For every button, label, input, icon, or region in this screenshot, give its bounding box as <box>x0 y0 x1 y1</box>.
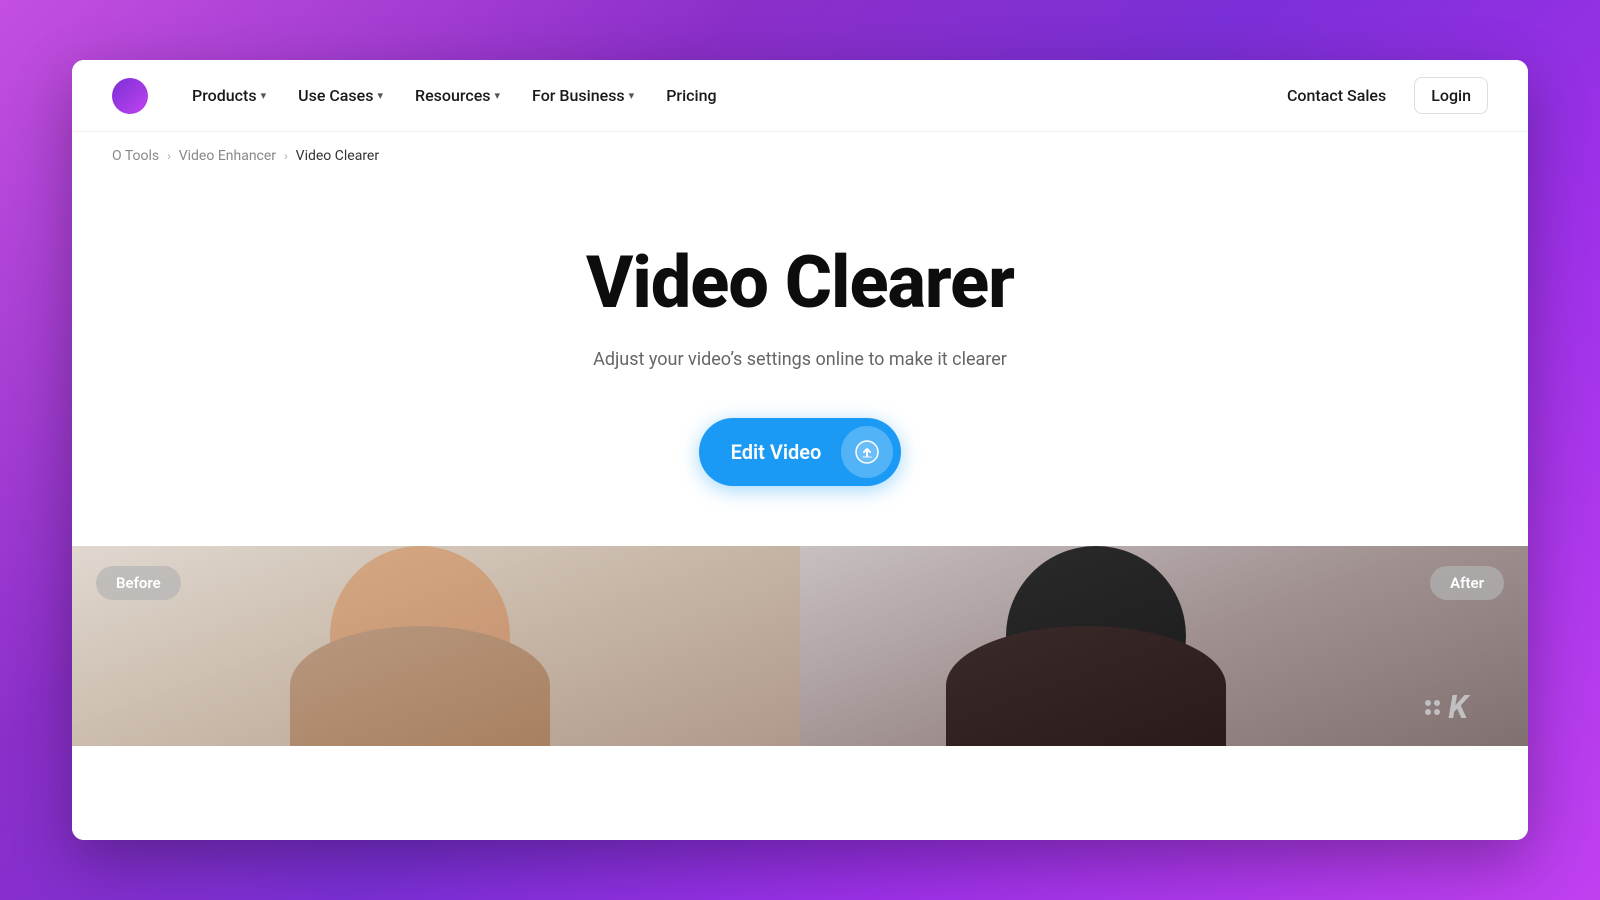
nav-item-for-business[interactable]: For Business ▾ <box>520 78 646 113</box>
nav-logo[interactable] <box>112 78 148 114</box>
before-panel: Before <box>72 546 800 746</box>
browser-window: Products ▾ Use Cases ▾ Resources ▾ For B… <box>72 60 1528 840</box>
breadcrumb-chevron-2: › <box>284 149 288 163</box>
watermark: K <box>1425 688 1468 726</box>
watermark-dot-4 <box>1434 709 1440 715</box>
chevron-down-icon: ▾ <box>261 89 267 102</box>
breadcrumb: O Tools › Video Enhancer › Video Clearer <box>72 132 1528 180</box>
chevron-down-icon: ▾ <box>495 89 501 102</box>
navbar: Products ▾ Use Cases ▾ Resources ▾ For B… <box>72 60 1528 132</box>
page-subtitle: Adjust your video’s settings online to m… <box>593 349 1007 370</box>
breadcrumb-item-video-clearer: Video Clearer <box>296 148 379 164</box>
nav-item-use-cases[interactable]: Use Cases ▾ <box>286 78 395 113</box>
edit-video-button[interactable]: Edit Video <box>699 418 902 486</box>
after-panel: After <box>800 546 1528 746</box>
watermark-dots <box>1425 700 1440 715</box>
chevron-down-icon: ▾ <box>629 89 635 102</box>
watermark-dot-1 <box>1425 700 1431 706</box>
login-button[interactable]: Login <box>1414 77 1488 114</box>
breadcrumb-chevron-1: › <box>167 149 171 163</box>
nav-resources-label: Resources <box>415 86 491 105</box>
contact-sales-button[interactable]: Contact Sales <box>1275 78 1398 113</box>
watermark-dot-3 <box>1425 709 1431 715</box>
upload-icon <box>855 440 879 464</box>
nav-links: Products ▾ Use Cases ▾ Resources ▾ For B… <box>180 78 1275 113</box>
nav-for-business-label: For Business <box>532 86 625 105</box>
nav-use-cases-label: Use Cases <box>298 86 373 105</box>
before-after-section: Before After <box>72 546 1528 746</box>
upload-icon-circle <box>841 426 893 478</box>
nav-item-resources[interactable]: Resources ▾ <box>403 78 512 113</box>
nav-item-pricing[interactable]: Pricing <box>654 78 728 113</box>
after-label: After <box>1430 566 1504 600</box>
breadcrumb-item-video-enhancer[interactable]: Video Enhancer <box>179 148 276 164</box>
watermark-dot-2 <box>1434 700 1440 706</box>
nav-item-products[interactable]: Products ▾ <box>180 78 278 113</box>
page-title: Video Clearer <box>586 240 1014 325</box>
nav-products-label: Products <box>192 86 257 105</box>
chevron-down-icon: ▾ <box>377 89 383 102</box>
before-label: Before <box>96 566 181 600</box>
nav-pricing-label: Pricing <box>666 86 716 105</box>
nav-right: Contact Sales Login <box>1275 77 1488 114</box>
content-area: O Tools › Video Enhancer › Video Clearer… <box>72 132 1528 840</box>
breadcrumb-item-tools[interactable]: O Tools <box>112 148 159 164</box>
watermark-letter: K <box>1448 688 1468 726</box>
cta-label: Edit Video <box>731 440 822 464</box>
main-content: Video Clearer Adjust your video’s settin… <box>72 180 1528 746</box>
